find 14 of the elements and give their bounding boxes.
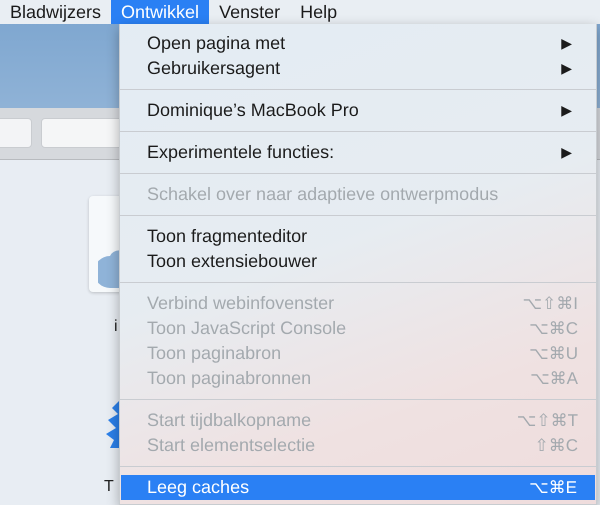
menubar-item[interactable]: Help xyxy=(290,0,348,24)
menu-item[interactable]: Experimentele functies: ▶ xyxy=(120,140,596,165)
tile-label: i xyxy=(114,318,118,336)
menu-item[interactable]: Leeg caches ⌥⌘E xyxy=(121,475,595,500)
menu-item[interactable]: Open pagina met ▶ xyxy=(120,31,596,56)
tile-label: T xyxy=(104,478,114,496)
menu-item[interactable]: Dominique’s MacBook Pro ▶ xyxy=(120,98,596,123)
menu-item[interactable]: Toon extensiebouwer xyxy=(120,249,596,274)
tab-overview-button[interactable] xyxy=(0,118,32,148)
menubar-item[interactable]: Venster xyxy=(209,0,290,24)
menubar-item[interactable]: Ontwikkel xyxy=(111,0,210,24)
menubar-item[interactable]: Bladwijzers xyxy=(0,0,112,24)
menu-item[interactable]: Gebruikersagent ▶ xyxy=(120,56,596,81)
menu-item[interactable]: Toon fragmenteditor xyxy=(120,224,596,249)
